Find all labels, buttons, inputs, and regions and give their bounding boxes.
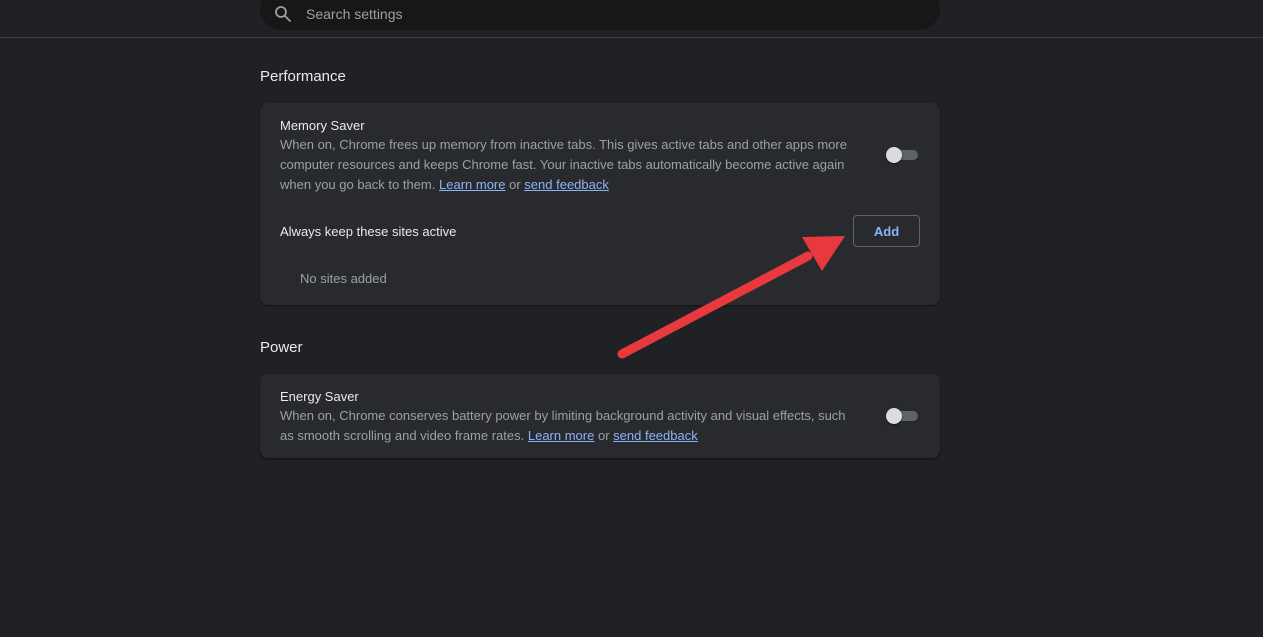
- add-site-button[interactable]: Add: [853, 215, 920, 247]
- no-sites-text: No sites added: [300, 271, 387, 286]
- energy-saver-send-feedback-link[interactable]: send feedback: [613, 428, 698, 443]
- energy-saver-toggle[interactable]: [886, 408, 918, 424]
- energy-saver-description: When on, Chrome conserves battery power …: [280, 406, 860, 446]
- search-box[interactable]: Search settings: [260, 0, 940, 30]
- energy-saver-or-text: or: [597, 428, 610, 443]
- memory-saver-or-text: or: [509, 177, 521, 192]
- search-placeholder[interactable]: Search settings: [306, 6, 403, 22]
- energy-saver-toggle-knob: [886, 408, 902, 424]
- annotation-arrow: [617, 236, 845, 359]
- performance-heading: Performance: [260, 68, 346, 85]
- memory-saver-send-feedback-link[interactable]: send feedback: [524, 177, 609, 192]
- memory-saver-description: When on, Chrome frees up memory from ina…: [280, 135, 860, 195]
- memory-saver-learn-more-link[interactable]: Learn more: [439, 177, 505, 192]
- energy-saver-learn-more-link[interactable]: Learn more: [528, 428, 594, 443]
- memory-saver-toggle[interactable]: [886, 147, 918, 163]
- performance-card: Memory Saver When on, Chrome frees up me…: [260, 103, 940, 305]
- toolbar: Search settings: [0, 0, 1263, 38]
- power-heading: Power: [260, 339, 303, 356]
- memory-saver-title: Memory Saver: [280, 118, 365, 133]
- memory-saver-toggle-knob: [886, 147, 902, 163]
- energy-saver-title: Energy Saver: [280, 389, 359, 404]
- power-card: Energy Saver When on, Chrome conserves b…: [260, 374, 940, 458]
- always-active-label: Always keep these sites active: [280, 224, 457, 239]
- search-icon: [275, 6, 291, 22]
